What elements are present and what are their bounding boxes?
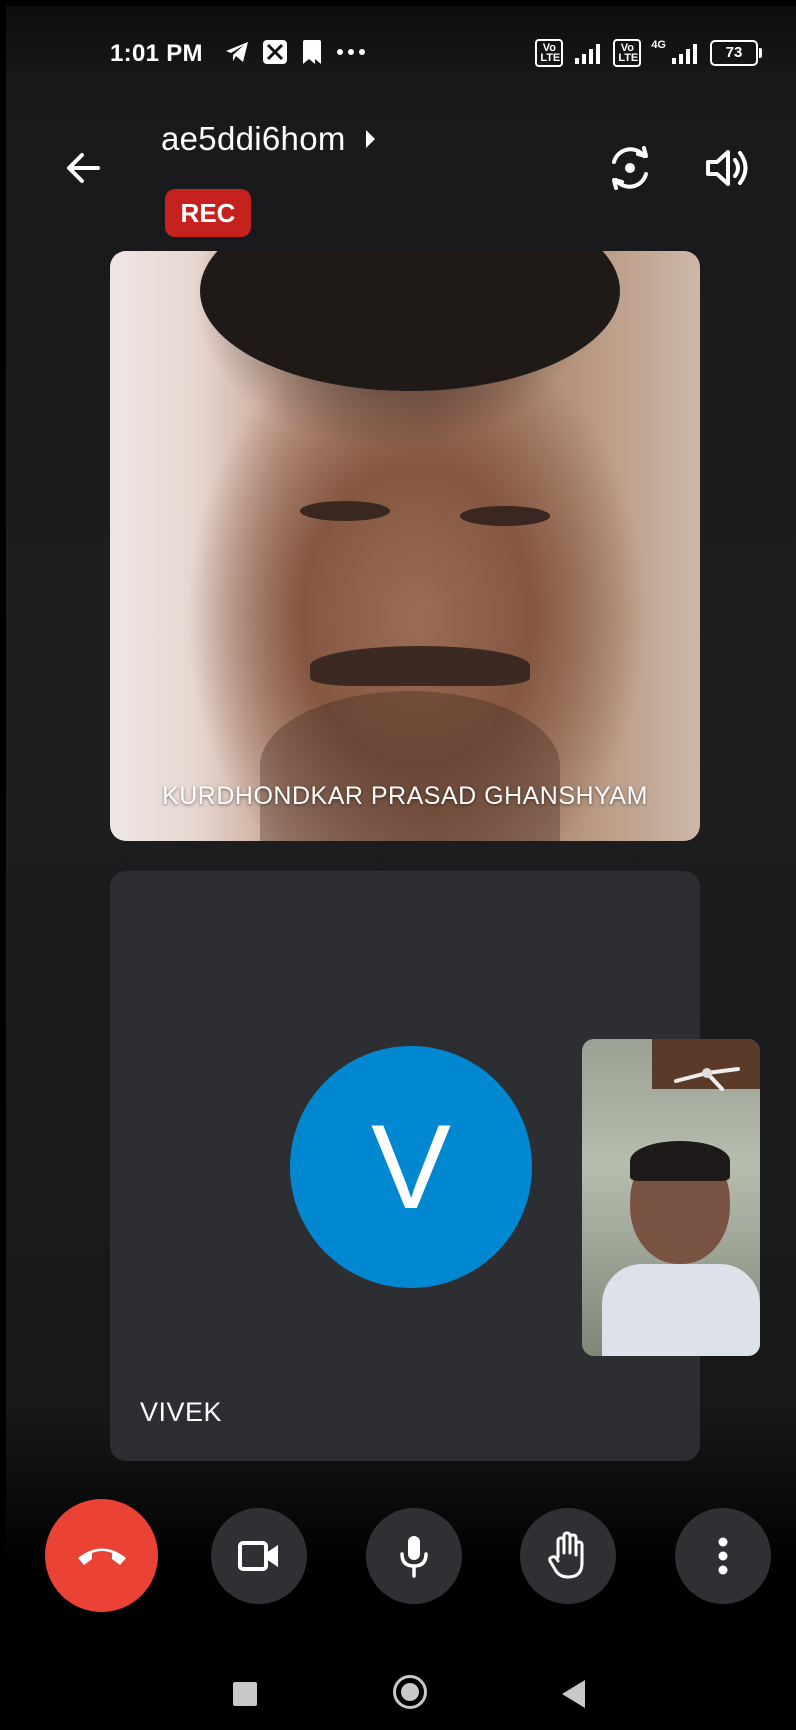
- camera-icon: [238, 1541, 278, 1571]
- signal-icon: [575, 44, 601, 64]
- battery-indicator: 73: [710, 40, 762, 66]
- battery-level: 73: [725, 44, 743, 61]
- status-time: 1:01 PM: [110, 40, 203, 67]
- speaker-button[interactable]: [699, 140, 755, 196]
- recording-badge: REC: [165, 189, 251, 237]
- system-back-button[interactable]: [562, 1680, 585, 1708]
- participant-tile-main[interactable]: KURDHONDKAR PRASAD GHANSHYAM: [110, 251, 700, 841]
- telegram-icon: [226, 42, 248, 62]
- meeting-code: ae5ddi6hom: [161, 120, 346, 157]
- video-feed-hair: [200, 251, 620, 391]
- switch-camera-icon: [612, 146, 648, 190]
- participant-avatar: V: [290, 1046, 532, 1288]
- camera-toggle-button[interactable]: [211, 1508, 307, 1604]
- home-button[interactable]: [393, 1675, 427, 1709]
- microphone-toggle-button[interactable]: [366, 1508, 462, 1604]
- more-options-icon: [718, 1537, 728, 1575]
- ceiling-fan-icon: [674, 1067, 740, 1091]
- chevron-right-icon: [365, 130, 375, 148]
- app-icon: [263, 40, 287, 64]
- network-type: 4G: [651, 39, 666, 51]
- volte-badge-2: Vo LTE: [613, 39, 642, 67]
- raise-hand-button[interactable]: [520, 1508, 616, 1604]
- speaker-icon: [706, 150, 748, 186]
- self-view-video[interactable]: [582, 1039, 760, 1356]
- more-options-button[interactable]: [675, 1508, 771, 1604]
- notification-icons: [224, 39, 366, 65]
- raise-hand-icon: [548, 1531, 584, 1579]
- meet-call-screen: 1:01 PM Vo LTE Vo LTE 4G 73 ae5ddi6hom R…: [6, 6, 796, 1730]
- switch-camera-button[interactable]: [602, 140, 658, 196]
- video-feed-detail: [460, 506, 550, 526]
- participant-name-second: VIVEK: [140, 1397, 223, 1427]
- back-button[interactable]: [56, 140, 112, 196]
- signal-icon-2: [672, 44, 697, 64]
- recent-apps-button[interactable]: [233, 1682, 257, 1706]
- microphone-icon: [400, 1536, 428, 1578]
- volte-badge-1: Vo LTE: [535, 39, 564, 67]
- meeting-title[interactable]: ae5ddi6hom: [161, 120, 375, 158]
- system-icons: Vo LTE Vo LTE 4G 73: [535, 39, 762, 67]
- video-feed-detail: [310, 646, 530, 686]
- end-call-icon: [77, 1548, 126, 1565]
- end-call-button[interactable]: [45, 1499, 158, 1612]
- back-arrow-icon: [67, 153, 100, 183]
- video-feed-detail: [602, 1264, 760, 1356]
- more-notifications-icon: [337, 49, 365, 55]
- video-feed-detail: [260, 691, 560, 841]
- status-bar: 1:01 PM Vo LTE Vo LTE 4G 73: [6, 6, 796, 96]
- participant-name-main: KURDHONDKAR PRASAD GHANSHYAM: [162, 782, 648, 810]
- bookmark-icon: [303, 40, 321, 64]
- video-feed-detail: [300, 501, 390, 521]
- video-feed-detail: [630, 1141, 730, 1181]
